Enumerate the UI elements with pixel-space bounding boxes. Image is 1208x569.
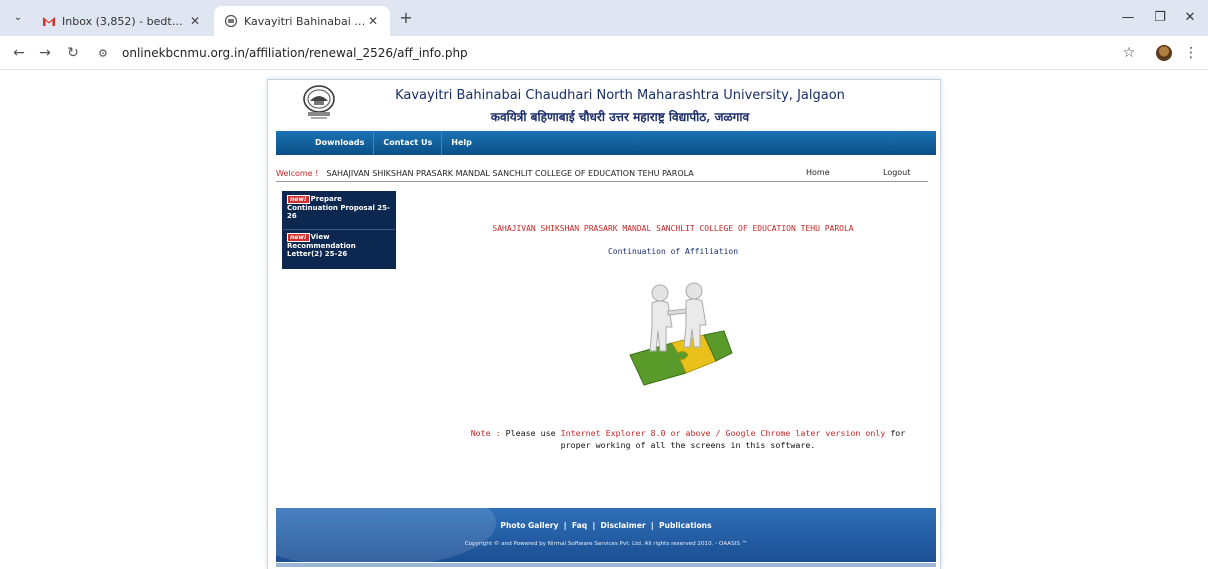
- page-bottom-border: [276, 563, 936, 567]
- sidebar-item-prepare-proposal[interactable]: new! Prepare Continuation Proposal 25-26: [283, 192, 395, 230]
- page-container: Kavayitri Bahinabai Chaudhari North Maha…: [268, 80, 940, 569]
- address-bar: ← → ↻ ⚙ onlinekbcnmu.org.in/affiliation/…: [0, 36, 1208, 70]
- tab-search-icon[interactable]: ⌄: [8, 9, 28, 27]
- university-logo: [303, 85, 335, 119]
- url-text: onlinekbcnmu.org.in/affiliation/renewal_…: [122, 46, 468, 60]
- site-info-icon[interactable]: ⚙: [98, 47, 116, 60]
- welcome-college-name: SAHAJIVAN SHIKSHAN PRASARK MANDAL SANCHL…: [326, 169, 694, 178]
- site-header: Kavayitri Bahinabai Chaudhari North Maha…: [276, 80, 936, 130]
- logout-link[interactable]: Logout: [883, 168, 910, 177]
- note-text-1: Please use: [505, 428, 556, 438]
- restore-icon[interactable]: ❐: [1146, 8, 1174, 28]
- footer-separator: |: [650, 521, 654, 530]
- more-menu-icon[interactable]: ⋮: [1184, 44, 1198, 62]
- tab-close-icon[interactable]: ✕: [366, 14, 380, 28]
- footer-links: Photo Gallery | Faq | Disclaimer | Publi…: [276, 521, 936, 530]
- browser-tabbar: ⌄ Inbox (3,852) - bedtehu@gmail ✕ Kavayi…: [0, 0, 1208, 36]
- url-field[interactable]: ⚙ onlinekbcnmu.org.in/affiliation/renewa…: [98, 41, 1108, 65]
- university-name-marathi: कवयित्री बहिणाबाई चौधरी उत्तर महाराष्ट्र…: [490, 110, 750, 124]
- sidebar-menu: new! Prepare Continuation Proposal 25-26 …: [282, 191, 396, 269]
- page-subtitle: Continuation of Affiliation: [607, 247, 739, 256]
- footer-copyright: Copyright © and Powered by Nirmal Softwa…: [464, 541, 748, 547]
- footer-link-photo-gallery[interactable]: Photo Gallery: [500, 521, 558, 530]
- site-footer: Photo Gallery | Faq | Disclaimer | Publi…: [276, 508, 936, 562]
- new-badge: new!: [287, 195, 310, 204]
- reload-icon[interactable]: ↻: [64, 44, 82, 62]
- profile-avatar[interactable]: [1156, 45, 1172, 61]
- bookmark-star-icon[interactable]: ☆: [1120, 44, 1138, 62]
- footer-separator: |: [592, 521, 596, 530]
- sidebar-item-view-recommendation[interactable]: new! View Recommendation Letter(2) 25-26: [283, 230, 395, 268]
- new-tab-button[interactable]: +: [396, 9, 416, 29]
- welcome-bar: Welcome ! SAHAJIVAN SHIKSHAN PRASARK MAN…: [276, 166, 928, 182]
- home-link[interactable]: Home: [806, 168, 830, 177]
- menu-contact-us[interactable]: Contact Us: [374, 131, 443, 155]
- footer-link-faq[interactable]: Faq: [572, 521, 587, 530]
- browser-note: Note : Please use Internet Explorer 8.0 …: [408, 427, 968, 451]
- minimize-icon[interactable]: —: [1114, 8, 1142, 28]
- university-logo-icon: [224, 14, 238, 28]
- tab-gmail[interactable]: Inbox (3,852) - bedtehu@gmail ✕: [32, 6, 212, 36]
- footer-separator: |: [563, 521, 567, 530]
- tab-title: Kavayitri Bahinabai Chaudhari N: [244, 14, 366, 28]
- note-browser-requirement: Internet Explorer 8.0 or above / Google …: [560, 428, 886, 438]
- close-window-icon[interactable]: ✕: [1176, 8, 1204, 28]
- university-name-english: Kavayitri Bahinabai Chaudhari North Maha…: [395, 88, 845, 103]
- welcome-label: Welcome !: [276, 169, 319, 178]
- tab-close-icon[interactable]: ✕: [188, 14, 202, 28]
- menu-downloads[interactable]: Downloads: [306, 131, 375, 155]
- note-text-2: for: [890, 428, 906, 438]
- tab-kbcnmu[interactable]: Kavayitri Bahinabai Chaudhari N ✕: [214, 6, 390, 36]
- menu-help[interactable]: Help: [442, 131, 481, 155]
- footer-link-publications[interactable]: Publications: [659, 521, 712, 530]
- back-icon[interactable]: ←: [10, 44, 28, 62]
- gmail-icon: [43, 17, 55, 26]
- footer-link-disclaimer[interactable]: Disclaimer: [601, 521, 646, 530]
- tab-title: Inbox (3,852) - bedtehu@gmail: [62, 14, 188, 28]
- note-label: Note :: [470, 428, 501, 438]
- top-menu: Downloads Contact Us Help: [276, 131, 936, 155]
- new-badge: new!: [287, 233, 310, 242]
- forward-icon[interactable]: →: [36, 44, 54, 62]
- handshake-puzzle-illustration: [629, 282, 733, 386]
- college-title: SAHAJIVAN SHIKSHAN PRASARK MANDAL SANCHL…: [492, 224, 854, 233]
- footer-decoration: [276, 508, 496, 562]
- note-line-2: proper working of all the screens in thi…: [560, 440, 816, 450]
